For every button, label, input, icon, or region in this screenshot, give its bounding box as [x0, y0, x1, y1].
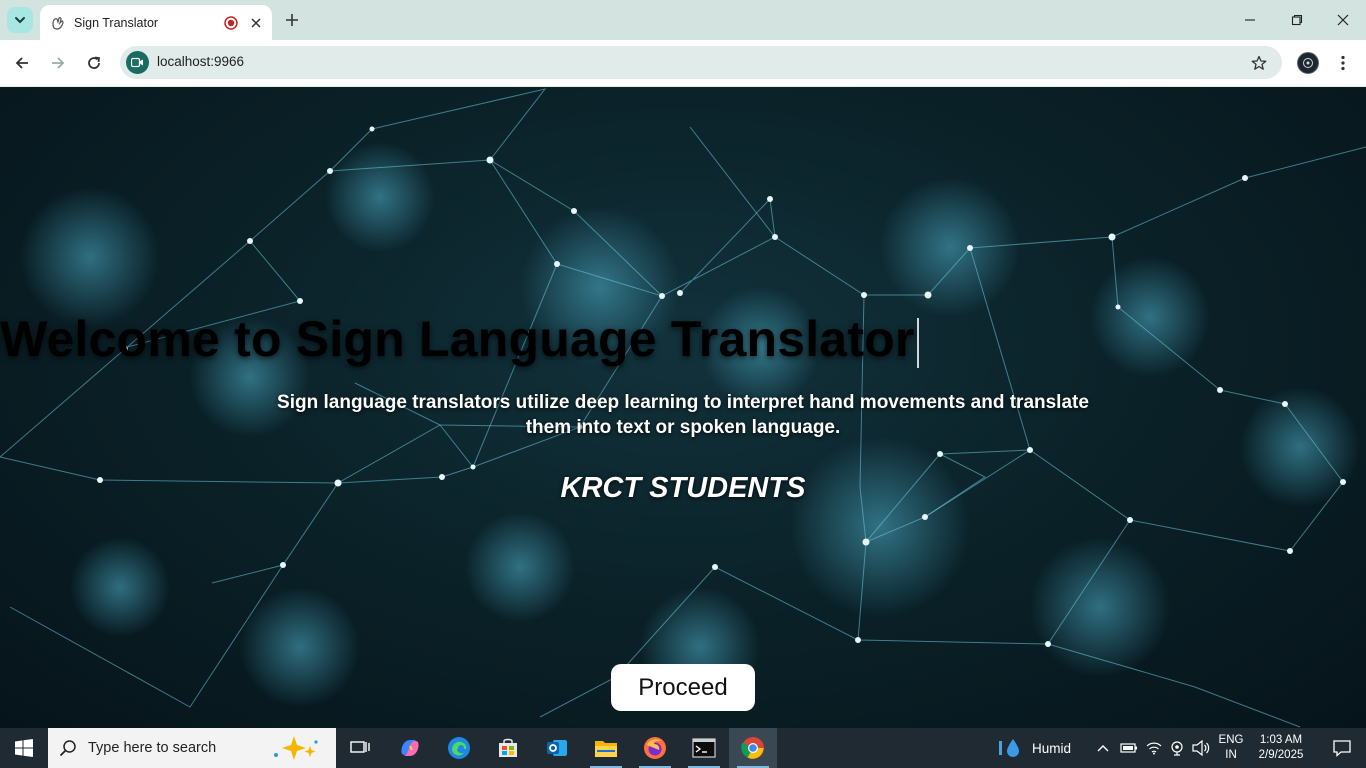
- search-icon: [48, 739, 88, 757]
- arrow-left-icon: [15, 57, 28, 69]
- copilot-icon: [401, 740, 419, 756]
- edge-button[interactable]: [435, 728, 483, 768]
- back-button[interactable]: [10, 51, 34, 75]
- more-vert-icon: [1341, 55, 1345, 71]
- firefox-button[interactable]: [631, 728, 679, 768]
- profile-avatar[interactable]: [1297, 52, 1319, 74]
- battery-indicator[interactable]: [1120, 728, 1138, 768]
- volume-indicator[interactable]: [1192, 728, 1210, 768]
- task-view-icon: [350, 741, 370, 753]
- meet-now-indicator[interactable]: [1169, 728, 1185, 768]
- browser-tab-bar: Sign Translator: [0, 0, 1366, 40]
- page-subtitle: Sign language translators utilize deep l…: [277, 392, 1089, 438]
- address-bar[interactable]: localhost:9966: [120, 46, 1282, 79]
- battery-icon: [1120, 743, 1137, 753]
- page-title-text: Welcome to Sign Language Translator: [0, 311, 915, 367]
- close-window-button[interactable]: [1331, 8, 1355, 32]
- reload-button[interactable]: [82, 51, 106, 75]
- windows-logo-icon: [15, 739, 33, 757]
- arrow-right-icon: [52, 57, 65, 69]
- close-icon: [1337, 14, 1349, 26]
- notifications-button[interactable]: [1318, 728, 1366, 768]
- browser-menu-button[interactable]: [1333, 51, 1353, 75]
- chrome-button[interactable]: [729, 728, 777, 768]
- windows-taskbar: Type here to search Humid ENG IN 1:03 AM…: [0, 728, 1366, 768]
- restore-icon: [1291, 14, 1303, 26]
- star-icon: [1251, 55, 1267, 70]
- clock-time: 1:03 AM: [1259, 734, 1303, 746]
- new-tab-button[interactable]: [281, 9, 303, 31]
- hand-sign-icon: [50, 15, 66, 31]
- store-button[interactable]: [484, 728, 532, 768]
- reload-icon: [88, 56, 101, 69]
- network-indicator[interactable]: [1146, 728, 1162, 768]
- camera-icon[interactable]: [126, 51, 149, 74]
- taskbar-search[interactable]: Type here to search: [48, 728, 336, 768]
- proceed-button[interactable]: Proceed: [611, 664, 755, 711]
- firefox-icon: [644, 737, 666, 759]
- task-view-button[interactable]: [336, 728, 384, 768]
- show-hidden-icons-button[interactable]: [1096, 728, 1110, 768]
- outlook-button[interactable]: [533, 728, 581, 768]
- outlook-icon: [547, 740, 567, 756]
- start-button[interactable]: [0, 728, 48, 768]
- avatar-icon: [1303, 58, 1313, 68]
- page-title: Welcome to Sign Language Translator: [0, 310, 1366, 368]
- terminal-button[interactable]: [680, 728, 728, 768]
- url-text: localhost:9966: [157, 54, 245, 69]
- sparkle-icon: [274, 736, 318, 760]
- device-icon: [1171, 741, 1183, 756]
- store-icon: [499, 738, 517, 757]
- speaker-icon: [1192, 740, 1210, 756]
- search-placeholder: Type here to search: [88, 740, 217, 756]
- chevron-up-icon: [1097, 745, 1109, 752]
- credit-text: KRCT STUDENTS: [560, 472, 806, 504]
- input-language[interactable]: ENG IN: [1216, 733, 1246, 763]
- chrome-icon: [741, 737, 764, 759]
- lang-region: IN: [1225, 749, 1237, 761]
- folder-icon: [595, 741, 617, 757]
- bookmark-button[interactable]: [1248, 52, 1270, 74]
- file-explorer-button[interactable]: [582, 728, 630, 768]
- clock-date: 2/9/2025: [1258, 749, 1304, 761]
- page-viewport: Welcome to Sign Language Translator Sign…: [0, 87, 1366, 728]
- minimize-button[interactable]: [1238, 8, 1262, 32]
- plus-icon: [286, 14, 298, 26]
- weather-widget[interactable]: Humid: [998, 728, 1071, 768]
- copilot-button[interactable]: [386, 728, 434, 768]
- chevron-down-icon: [15, 17, 25, 24]
- tab-search-button[interactable]: [7, 7, 33, 33]
- restore-button[interactable]: [1285, 8, 1309, 32]
- minimize-icon: [1245, 19, 1255, 21]
- tab-title: Sign Translator: [74, 15, 159, 30]
- wifi-icon: [1146, 742, 1162, 755]
- browser-toolbar: localhost:9966: [0, 40, 1366, 87]
- system-clock[interactable]: 1:03 AM 2/9/2025: [1250, 733, 1312, 763]
- weather-label: Humid: [1032, 740, 1072, 756]
- notification-icon: [1333, 740, 1351, 757]
- text-caret: [916, 317, 919, 368]
- terminal-icon: [692, 738, 716, 758]
- close-tab-icon[interactable]: [248, 15, 264, 31]
- edge-icon: [448, 737, 470, 759]
- lang-code: ENG: [1218, 734, 1244, 746]
- recording-indicator-icon: [224, 15, 238, 30]
- browser-tab-active[interactable]: Sign Translator: [40, 5, 272, 40]
- forward-button[interactable]: [46, 51, 70, 75]
- humidity-icon: [999, 739, 1019, 757]
